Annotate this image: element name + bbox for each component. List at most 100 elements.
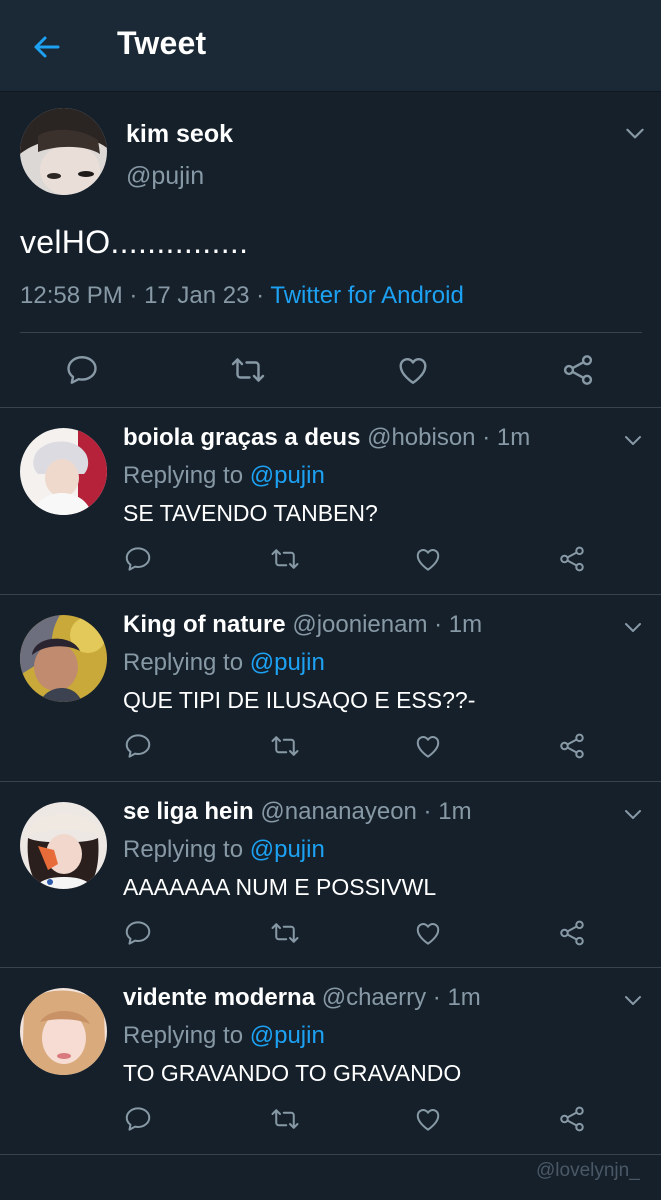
reply-text: QUE TIPI DE ILUSAQO E ESS??-: [123, 687, 476, 713]
avatar[interactable]: [20, 615, 107, 702]
reply-text: TO GRAVANDO TO GRAVANDO: [123, 1060, 462, 1086]
reply-author-name[interactable]: vidente moderna: [123, 984, 315, 1011]
heart-icon: [413, 1104, 443, 1134]
share-icon: [557, 544, 587, 574]
retweet-icon: [230, 352, 266, 388]
share-icon: [557, 1104, 587, 1134]
reply-menu-button[interactable]: [621, 615, 645, 639]
mention-link[interactable]: @pujin: [250, 649, 325, 676]
avatar[interactable]: [20, 802, 107, 889]
reply-menu-button[interactable]: [621, 428, 645, 452]
reply-time: 1m: [447, 984, 481, 1011]
reply-author-name[interactable]: boiola graças a deus: [123, 424, 360, 451]
share-button[interactable]: [557, 544, 587, 574]
tweet-metadata: 12:58 PM · 17 Jan 23 · Twitter for Andro…: [20, 282, 464, 309]
reply-author-handle[interactable]: @hobison: [367, 424, 475, 451]
reply-author-handle[interactable]: @joonienam: [292, 611, 427, 638]
divider: [20, 332, 642, 333]
like-button[interactable]: [413, 918, 443, 948]
like-button[interactable]: [413, 544, 443, 574]
retweet-icon: [270, 731, 300, 761]
share-button[interactable]: [557, 918, 587, 948]
retweet-icon: [270, 544, 300, 574]
watermark: @lovelynjn_: [536, 1160, 640, 1181]
reply-author-name[interactable]: King of nature: [123, 611, 286, 638]
divider: [0, 1154, 661, 1155]
reply-button[interactable]: [123, 1104, 153, 1134]
heart-icon: [413, 544, 443, 574]
reply-author-name[interactable]: se liga hein: [123, 798, 254, 825]
mention-link[interactable]: @pujin: [250, 1022, 325, 1049]
top-app-bar: Tweet: [0, 0, 661, 92]
tweet-menu-button[interactable]: [622, 120, 648, 146]
chevron-down-icon: [621, 802, 645, 826]
reply-time: 1m: [448, 611, 483, 638]
reply-menu-button[interactable]: [621, 988, 645, 1012]
reply-icon: [123, 1104, 153, 1134]
chevron-down-icon: [622, 120, 648, 146]
heart-icon: [395, 352, 431, 388]
reply-tweet[interactable]: King of nature @joonienam · 1m Replying …: [0, 595, 661, 781]
chevron-down-icon: [621, 988, 645, 1012]
like-button[interactable]: [413, 731, 443, 761]
reply-text: SE TAVENDO TANBEN?: [123, 500, 378, 526]
reply-button[interactable]: [64, 352, 100, 388]
reply-button[interactable]: [123, 731, 153, 761]
like-button[interactable]: [413, 1104, 443, 1134]
reply-tweet[interactable]: boiola graças a deus @hobison · 1m Reply…: [0, 408, 661, 594]
page-title: Tweet: [117, 25, 207, 61]
share-button[interactable]: [557, 1104, 587, 1134]
avatar[interactable]: [20, 428, 107, 515]
retweet-icon: [270, 1104, 300, 1134]
mention-link[interactable]: @pujin: [250, 836, 325, 863]
chevron-down-icon: [621, 428, 645, 452]
reply-icon: [64, 352, 100, 388]
arrow-left-icon: [34, 36, 60, 58]
back-button[interactable]: [26, 27, 66, 67]
share-button[interactable]: [557, 731, 587, 761]
tweet-source-link[interactable]: Twitter for Android: [270, 282, 463, 309]
mention-link[interactable]: @pujin: [250, 462, 325, 489]
retweet-button[interactable]: [270, 544, 300, 574]
tweet-text: velHO...............: [20, 224, 249, 260]
tweet-date: 17 Jan 23: [144, 282, 250, 309]
replying-to-line: Replying to @pujin: [123, 1022, 325, 1049]
replying-to-line: Replying to @pujin: [123, 649, 325, 676]
share-button[interactable]: [560, 352, 596, 388]
author-handle[interactable]: @pujin: [126, 162, 204, 191]
reply-tweet[interactable]: se liga hein @nananayeon · 1m Replying t…: [0, 782, 661, 968]
replying-to-line: Replying to @pujin: [123, 836, 325, 863]
reply-author-handle[interactable]: @chaerry: [322, 984, 426, 1011]
share-icon: [557, 731, 587, 761]
reply-icon: [123, 918, 153, 948]
reply-menu-button[interactable]: [621, 802, 645, 826]
retweet-icon: [270, 918, 300, 948]
reply-text: AAAAAAA NUM E POSSIVWL: [123, 874, 437, 900]
share-icon: [560, 352, 596, 388]
heart-icon: [413, 731, 443, 761]
reply-author-handle[interactable]: @nananayeon: [260, 798, 417, 825]
retweet-button[interactable]: [270, 1104, 300, 1134]
replying-to-line: Replying to @pujin: [123, 462, 325, 489]
reply-header: King of nature @joonienam · 1m: [123, 611, 483, 638]
reply-tweet[interactable]: vidente moderna @chaerry · 1m Replying t…: [0, 968, 661, 1154]
reply-time: 1m: [496, 424, 531, 451]
heart-icon: [413, 918, 443, 948]
like-button[interactable]: [395, 352, 431, 388]
reply-header: vidente moderna @chaerry · 1m: [123, 984, 481, 1011]
reply-icon: [123, 731, 153, 761]
retweet-button[interactable]: [270, 731, 300, 761]
retweet-button[interactable]: [270, 918, 300, 948]
reply-header: boiola graças a deus @hobison · 1m: [123, 424, 531, 451]
reply-time: 1m: [438, 798, 472, 825]
reply-button[interactable]: [123, 918, 153, 948]
author-name[interactable]: kim seok: [126, 120, 233, 149]
avatar[interactable]: [20, 988, 107, 1075]
reply-button[interactable]: [123, 544, 153, 574]
reply-header: se liga hein @nananayeon · 1m: [123, 798, 472, 825]
avatar[interactable]: [20, 108, 107, 195]
chevron-down-icon: [621, 615, 645, 639]
tweet-time: 12:58 PM: [20, 282, 123, 309]
retweet-button[interactable]: [230, 352, 266, 388]
share-icon: [557, 918, 587, 948]
